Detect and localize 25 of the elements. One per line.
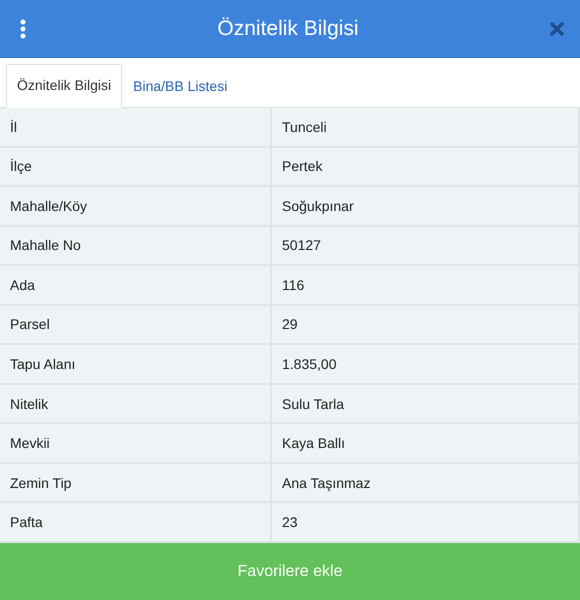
attribute-label: Mahalle No [0,226,272,266]
attribute-label: Nitelik [0,384,272,424]
attribute-value: 50127 [272,226,580,266]
attribute-label: Parsel [0,306,272,346]
attribute-value: Tunceli [272,108,580,148]
attribute-label: Mevkii [0,424,272,464]
attribute-label: İlçe [0,148,272,188]
window-title: Öznitelik Bilgisi [217,16,359,40]
attribute-value: 29 [272,306,580,346]
tab[interactable]: Bina/BB Listesi [122,65,238,108]
close-button[interactable] [550,22,564,36]
tab[interactable]: Öznitelik Bilgisi [6,64,122,108]
attribute-label: Mahalle/Köy [0,187,272,227]
attribute-value: Pertek [272,148,580,188]
attribute-label: Tapu Alanı [0,345,272,385]
attribute-value: 1.835,00 [272,345,580,385]
attribute-value: 116 [272,266,580,306]
attribute-value: Ana Taşınmaz [272,464,580,504]
attribute-label: Ada [0,266,272,306]
more-options-icon[interactable] [20,18,26,38]
attribute-label: Zemin Tip [0,464,272,504]
attribute-value: Sulu Tarla [272,384,580,424]
attribute-value: Kaya Ballı [272,424,580,464]
attribute-label: İl [0,108,272,148]
attribute-value: Soğukpınar [272,187,580,227]
